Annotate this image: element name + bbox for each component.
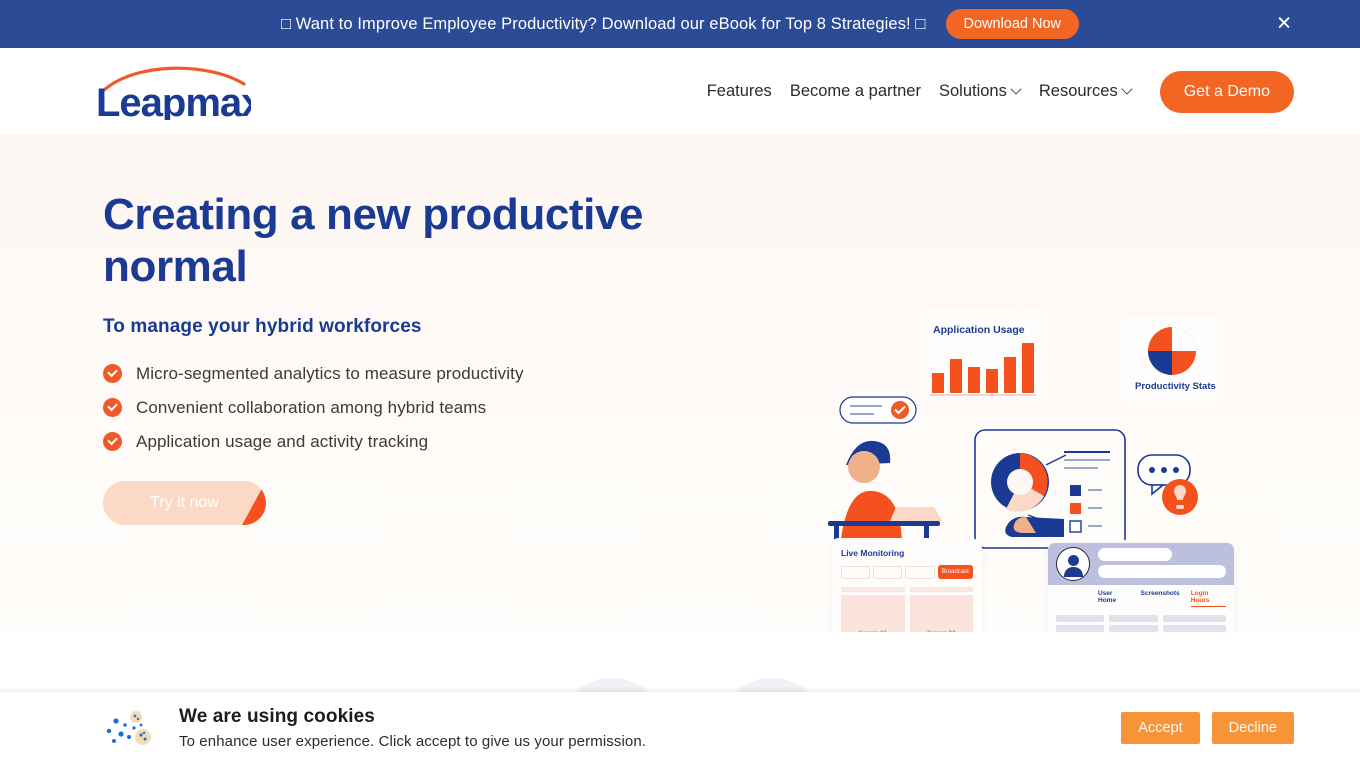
person-at-desk	[828, 440, 942, 552]
site-header: Leapmax Features Become a partner Soluti…	[0, 48, 1360, 135]
workforce-illustration: Application Usage Productivity Stats	[828, 310, 1234, 632]
check-circle-icon	[103, 364, 122, 384]
download-now-button[interactable]: Download Now	[945, 9, 1080, 39]
list-item-label: Micro-segmented analytics to measure pro…	[136, 363, 524, 383]
productivity-stats-title: Productivity Stats	[1135, 381, 1216, 392]
filter-field[interactable]	[905, 565, 935, 579]
application-usage-card: Application Usage	[920, 310, 1046, 402]
tab-screenshots[interactable]: Screenshots	[1141, 590, 1180, 607]
live-monitoring-title: Live Monitoring	[841, 548, 905, 558]
promo-banner-text: □ Want to Improve Employee Productivity?…	[280, 14, 926, 33]
nav-item-label: Features	[706, 82, 772, 100]
list-item: Convenient collaboration among hybrid te…	[103, 398, 743, 418]
hero-illustration: Application Usage Productivity Stats Liv…	[820, 155, 1260, 632]
list-item: Application usage and activity tracking	[103, 432, 743, 452]
nav-item-resources[interactable]: Resources	[1030, 82, 1141, 101]
hero-copy: Creating a new productive normal To mana…	[103, 189, 743, 466]
cookie-description: To enhance user experience. Click accept…	[179, 733, 647, 750]
nav-item-solutions[interactable]: Solutions	[930, 82, 1030, 101]
hero-feature-list: Micro-segmented analytics to measure pro…	[103, 364, 743, 452]
nav-item-features[interactable]: Features	[698, 82, 781, 101]
logo-mark: Leapmax	[96, 66, 251, 120]
nav-item-label: Become a partner	[789, 82, 921, 100]
pointing-arm	[1005, 516, 1064, 537]
svg-text:Leapmax: Leapmax	[96, 81, 251, 120]
filter-field[interactable]	[841, 565, 871, 579]
tab-user-home[interactable]: User Home	[1098, 590, 1130, 607]
list-item-label: Application usage and activity tracking	[136, 431, 429, 451]
tab-login-hours[interactable]: Login Hours	[1190, 590, 1226, 607]
lightbulb-icon	[1162, 479, 1198, 515]
cookie-title: We are using cookies	[179, 706, 375, 727]
broadcast-button[interactable]: Broadcast	[937, 565, 973, 579]
filter-field[interactable]	[873, 565, 903, 579]
list-item: Micro-segmented analytics to measure pro…	[103, 364, 743, 384]
main-nav: Features Become a partner Solutions Reso…	[698, 48, 1294, 135]
decline-cookies-button[interactable]: Decline	[1211, 712, 1294, 744]
live-monitoring-card-body: Live Monitoring Broadcast Screen 01 Sc	[832, 540, 982, 632]
accept-cookies-button[interactable]: Accept	[1121, 712, 1200, 744]
cookie-banner: We are using cookies To enhance user exp…	[0, 692, 1360, 764]
nav-item-label: Solutions	[938, 82, 1007, 100]
promo-banner: □ Want to Improve Employee Productivity?…	[0, 0, 1360, 48]
cookie-copy: We are using cookies To enhance user exp…	[179, 706, 646, 750]
page-title: Creating a new productive normal	[103, 190, 644, 291]
get-a-demo-button[interactable]: Get a Demo	[1159, 70, 1294, 113]
leapmax-logo[interactable]: Leapmax	[96, 64, 251, 120]
donut-chart	[991, 453, 1049, 512]
nav-item-become-a-partner[interactable]: Become a partner	[781, 82, 930, 101]
nav-item-label: Resources	[1038, 82, 1118, 100]
chevron-down-icon	[1123, 85, 1132, 94]
close-icon[interactable]: ✕	[1276, 15, 1292, 34]
try-it-now-button[interactable]: Try it now	[103, 481, 266, 525]
screen-tile[interactable]: Screen 02	[909, 587, 973, 632]
cookie-actions: Accept Decline	[1121, 712, 1294, 744]
check-circle-icon	[103, 398, 122, 418]
list-item-label: Convenient collaboration among hybrid te…	[136, 397, 487, 417]
pie-chart-icon	[1148, 327, 1196, 375]
try-it-now-label: Try it now	[150, 494, 219, 511]
productivity-stats-card: Productivity Stats	[1120, 317, 1224, 403]
task-complete-pill	[839, 396, 917, 424]
check-circle-icon	[103, 432, 122, 452]
user-panel-card-body: User Home Screenshots Login Hours # Date…	[1048, 543, 1234, 632]
chevron-down-icon	[1012, 85, 1021, 94]
hero-section: Creating a new productive normal To mana…	[0, 135, 1360, 632]
application-usage-title: Application Usage	[933, 324, 1025, 336]
avatar	[1056, 547, 1090, 581]
hero-subtitle: To manage your hybrid workforces	[103, 315, 422, 337]
screen-tile[interactable]: Screen 01	[841, 587, 905, 632]
cookie-icon	[105, 710, 151, 747]
